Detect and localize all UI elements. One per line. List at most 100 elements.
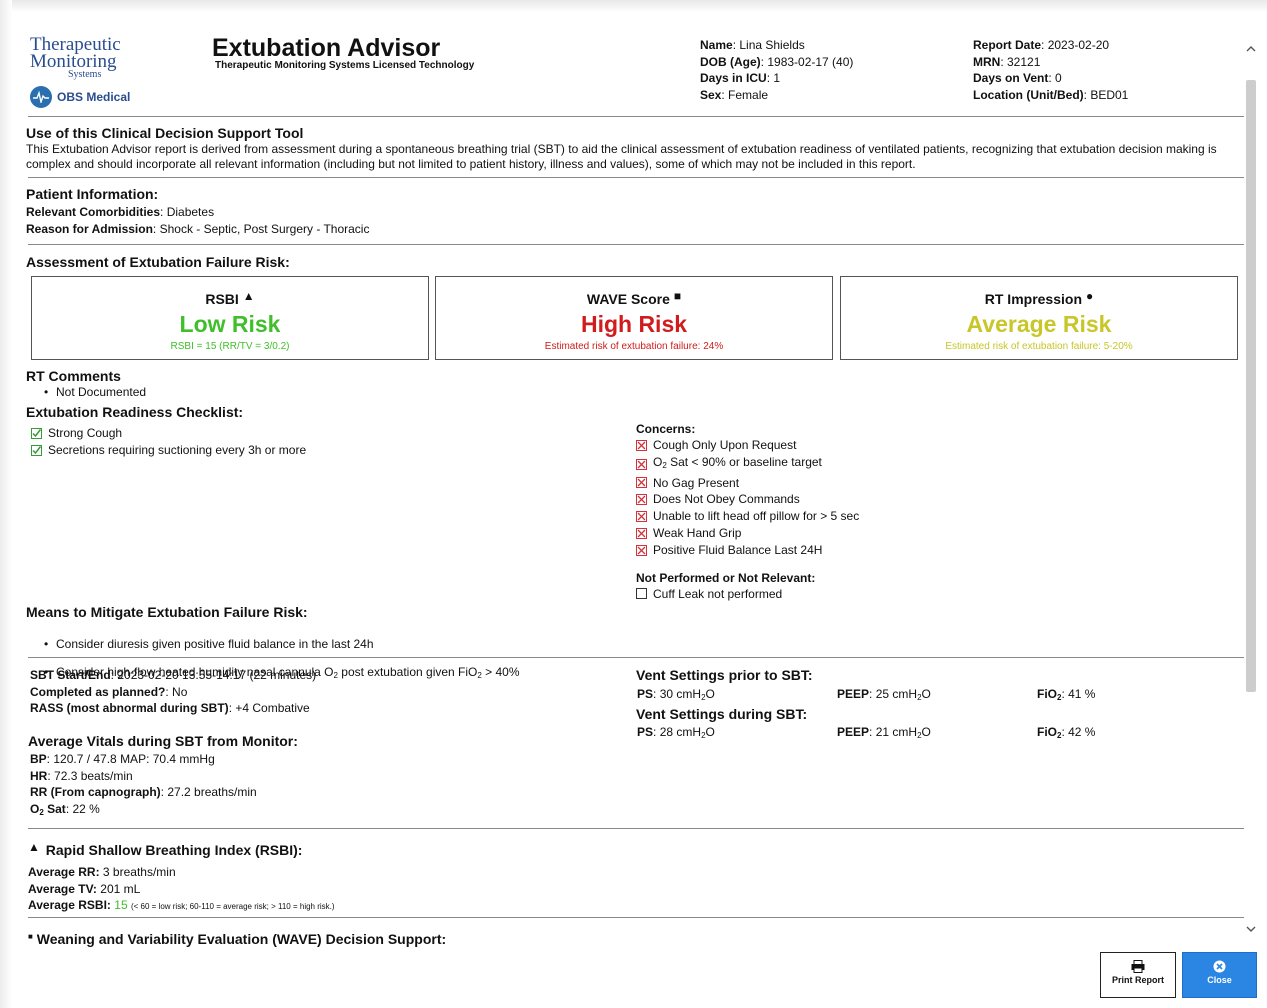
not-performed-label: Cuff Leak not performed xyxy=(653,586,783,601)
icu-label: Days in ICU xyxy=(700,71,767,85)
location-value: BED01 xyxy=(1090,87,1129,102)
report-date: 2023-02-20 xyxy=(1047,38,1110,52)
red-x-icon xyxy=(636,527,647,539)
logo-line2: Monitoring xyxy=(30,51,117,72)
rt-risk-note: Estimated risk of extubation failure: 5-… xyxy=(945,341,1133,352)
days-in-icu: 1 xyxy=(773,71,781,85)
triangle-marker-icon: ▲ xyxy=(28,840,40,854)
sbt-start-label: SBT Start/End xyxy=(30,668,111,682)
divider xyxy=(28,657,1244,658)
rsbi-scale-note: (< 60 = low risk; 60-110 = average risk;… xyxy=(130,902,335,911)
obs-medical-label: OBS Medical xyxy=(57,90,131,104)
use-section-title: Use of this Clinical Decision Support To… xyxy=(26,125,304,141)
hr-label: HR xyxy=(30,768,48,783)
admission-row: Reason for Admission: Shock - Septic, Po… xyxy=(26,222,370,236)
close-button[interactable]: Close xyxy=(1182,952,1257,998)
rsbi-risk-note: RSBI = 15 (RR/TV = 3/0.2) xyxy=(170,341,290,352)
mrn-value: 32121 xyxy=(1007,54,1041,69)
name-label: Name xyxy=(700,38,733,52)
window-left-edge xyxy=(0,0,12,1008)
hr-value: 72.3 beats/min xyxy=(54,768,133,783)
days-on-vent: 0 xyxy=(1055,71,1062,85)
vent-during-title: Vent Settings during SBT: xyxy=(636,706,808,722)
mrn-label: MRN xyxy=(973,54,1001,69)
concern-item: Does Not Obey Commands xyxy=(636,491,859,508)
wave-risk-level: High Risk xyxy=(580,311,688,337)
rass-label: RASS (most abnormal during SBT) xyxy=(30,701,229,715)
scrollbar-thumb[interactable] xyxy=(1246,80,1256,692)
sbt-block: SBT Start/End: 2023-02-20 13:55-14:17 (2… xyxy=(30,668,317,715)
rsbi-details: Average RR: 3 breaths/min Average TV: 20… xyxy=(28,864,335,916)
comorbidities-label: Relevant Comorbidities xyxy=(26,205,161,219)
avg-rr-label: Average RR: xyxy=(28,865,100,879)
vitals-block: BP: 120.7 / 47.8 MAP: 70.4 mmHg HR: 72.3… xyxy=(30,752,257,817)
rass-value: +4 Combative xyxy=(235,701,310,715)
rsbi-risk-level: Low Risk xyxy=(179,311,281,337)
concern-item: Unable to lift head off pillow for > 5 s… xyxy=(636,508,859,525)
not-performed-item: Cuff Leak not performed xyxy=(636,586,859,603)
divider xyxy=(28,917,1244,918)
concerns-block: Concerns: Cough Only Upon Request O2 Sat… xyxy=(636,422,859,602)
patient-header-left: Name: Lina Shields DOB (Age): 1983-02-17… xyxy=(700,38,854,102)
vitals-title: Average Vitals during SBT from Monitor: xyxy=(28,733,298,749)
avg-tv-value: 201 mL xyxy=(100,881,141,896)
concern-label: Does Not Obey Commands xyxy=(653,492,800,507)
assessment-title: Assessment of Extubation Failure Risk: xyxy=(26,254,290,270)
vertical-scrollbar[interactable] xyxy=(1244,36,1258,946)
green-check-icon xyxy=(31,427,42,439)
print-report-button[interactable]: Print Report xyxy=(1100,952,1176,998)
chevron-down-icon[interactable] xyxy=(1244,920,1258,938)
location-label: Location (Unit/Bed) xyxy=(973,87,1084,102)
wave-risk-card: WAVE Score ■ High Risk Estimated risk of … xyxy=(435,276,833,360)
sex-label: Sex xyxy=(700,87,722,102)
concern-item: Weak Hand Grip xyxy=(636,525,859,542)
rt-impression-card: RT Impression ● Average Risk Estimated ri… xyxy=(840,276,1238,360)
divider xyxy=(28,828,1244,829)
rr-value: 27.2 breaths/min xyxy=(167,785,257,799)
checklist-ok-item: Secretions requiring suctioning every 3h… xyxy=(31,442,306,459)
triangle-marker-icon: ▲ xyxy=(242,289,255,303)
wave-risk-note: Estimated risk of extubation failure: 24… xyxy=(544,341,724,352)
admission-label: Reason for Admission xyxy=(26,222,153,236)
divider xyxy=(28,116,1244,117)
checklist-ok-list: Strong Cough Secretions requiring suctio… xyxy=(31,425,306,459)
report-scroll-area[interactable]: Therapeutic Monitoring Systems OBS Medic… xyxy=(12,12,1244,962)
rsbi-risk-card: RSBI ▲ Low Risk RSBI = 15 (RR/TV = 3/0.2) xyxy=(31,276,429,360)
avg-rsbi-label: Average RSBI: xyxy=(28,898,111,912)
red-x-icon xyxy=(636,544,647,556)
use-section-body: This Extubation Advisor report is derive… xyxy=(26,142,1217,171)
chevron-up-icon[interactable] xyxy=(1244,40,1258,58)
prior-fio2: FiO2: 41 % xyxy=(1037,687,1096,702)
divider xyxy=(28,244,1244,245)
concerns-title: Concerns: xyxy=(636,422,696,436)
printer-icon xyxy=(1101,960,1175,975)
checklist-ok-label: Strong Cough xyxy=(48,426,123,440)
during-fio2: FiO2: 42 % xyxy=(1037,725,1096,740)
comorbidities-value: Diabetes xyxy=(166,205,215,219)
during-ps: PS: 28 cmH2O xyxy=(637,725,715,740)
wave-section-title: ■ Weaning and Variability Evaluation (WA… xyxy=(28,931,447,947)
red-x-icon xyxy=(636,477,647,489)
mitigate-item: Consider diuresis given positive fluid b… xyxy=(40,637,1244,652)
concern-label: O2 Sat < 90% or baseline target xyxy=(653,454,822,470)
mitigate-title: Means to Mitigate Extubation Failure Ris… xyxy=(26,604,308,620)
rt-card-label: RT Impression xyxy=(984,291,1082,307)
rr-label: RR (From capnograph) xyxy=(30,785,161,799)
square-marker-icon: ■ xyxy=(673,289,682,303)
patient-header-right: Report Date: 2023-02-20 MRN: 32121 Days … xyxy=(973,38,1129,102)
green-check-icon xyxy=(31,444,42,456)
avg-rr-value: 3 breaths/min xyxy=(102,865,176,879)
sbt-start-value: 2023-02-20 13:55-14:17 (22 minutes) xyxy=(117,668,317,682)
concern-item: No Gag Present xyxy=(636,475,859,492)
red-x-icon xyxy=(636,458,647,470)
obs-medical-logo: OBS Medical xyxy=(30,86,160,108)
concern-label: No Gag Present xyxy=(653,475,740,490)
during-peep: PEEP: 21 cmH2O xyxy=(837,725,931,740)
prior-ps: PS: 30 cmH2O xyxy=(637,687,715,702)
checklist-ok-item: Strong Cough xyxy=(31,425,306,442)
concern-label: Cough Only Upon Request xyxy=(653,438,797,452)
o2-sat-value: 22 % xyxy=(72,801,100,816)
close-icon xyxy=(1183,960,1256,975)
concern-item: O2 Sat < 90% or baseline target xyxy=(636,454,859,475)
page-subtitle: Therapeutic Monitoring Systems Licensed … xyxy=(215,60,475,71)
